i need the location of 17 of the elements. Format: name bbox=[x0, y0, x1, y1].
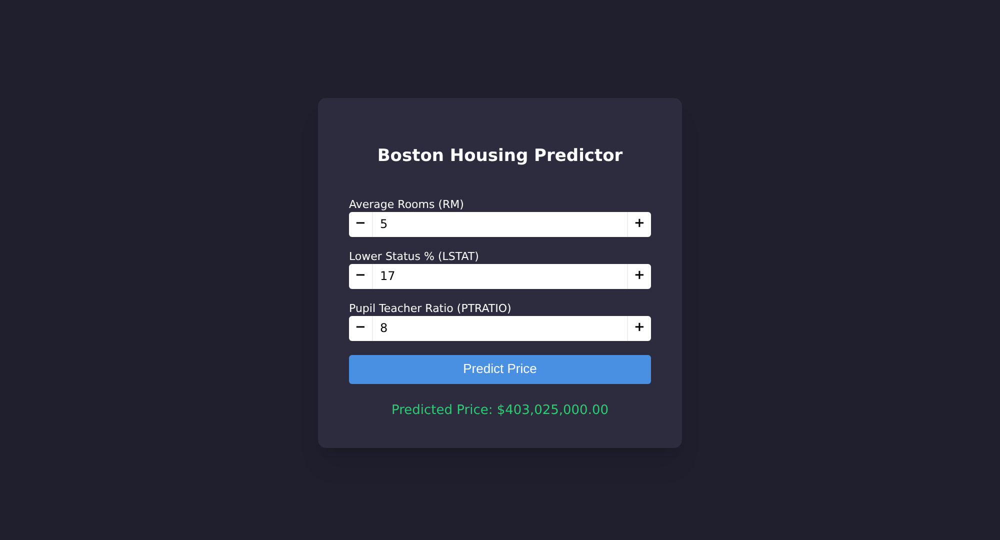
decrement-button[interactable]: − bbox=[349, 264, 373, 288]
number-stepper[interactable]: − 5 + bbox=[349, 212, 651, 236]
increment-button[interactable]: + bbox=[627, 316, 651, 340]
field-label: Pupil Teacher Ratio (PTRATIO) bbox=[349, 302, 512, 316]
increment-button[interactable]: + bbox=[627, 264, 651, 288]
field-label: Average Rooms (RM) bbox=[349, 198, 465, 212]
number-field[interactable]: 17 bbox=[373, 264, 627, 288]
number-field[interactable]: 8 bbox=[373, 316, 627, 340]
number-stepper[interactable]: − 17 + bbox=[349, 264, 651, 288]
number-field[interactable]: 5 bbox=[373, 212, 627, 236]
prediction-result: Predicted Price: $403,025,000.00 bbox=[390, 402, 610, 420]
increment-button[interactable]: + bbox=[627, 212, 651, 236]
decrement-button[interactable]: − bbox=[349, 316, 373, 340]
field-label: Lower Status % (LSTAT) bbox=[349, 250, 480, 264]
decrement-button[interactable]: − bbox=[349, 212, 373, 236]
card-title: Boston Housing Predictor bbox=[376, 145, 624, 168]
number-stepper[interactable]: − 8 + bbox=[349, 316, 651, 340]
